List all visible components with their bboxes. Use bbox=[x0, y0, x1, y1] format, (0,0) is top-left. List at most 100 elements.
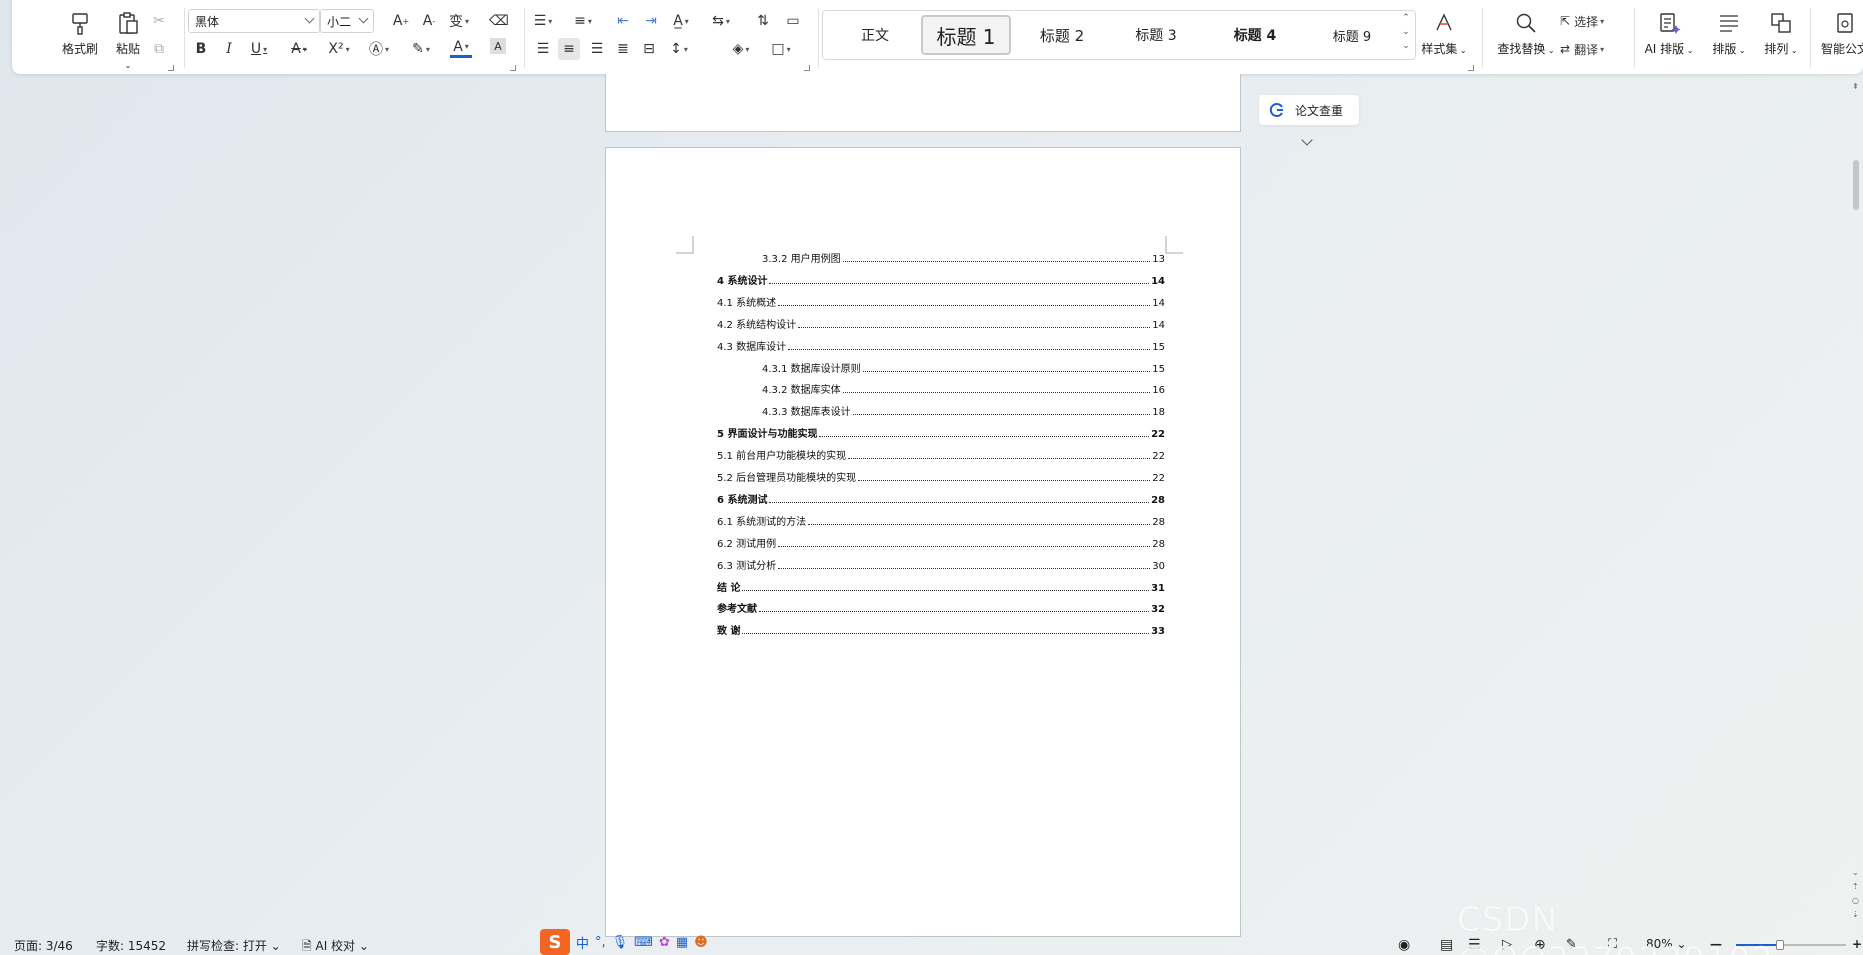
style-heading-4[interactable]: 标题 4 bbox=[1207, 15, 1303, 55]
layout-button[interactable]: 排版 ⌄ bbox=[1704, 8, 1754, 64]
skin-icon[interactable]: ✿ bbox=[659, 935, 670, 950]
font-color-icon[interactable]: A ▾ bbox=[450, 38, 472, 58]
underline-icon[interactable]: U ▾ bbox=[248, 38, 270, 60]
ai-layout-label: AI 排版 ⌄ bbox=[1644, 42, 1694, 56]
ai-layout-button[interactable]: AI 排版 ⌄ bbox=[1640, 8, 1698, 64]
styles-expand-icon[interactable]: ⌄ bbox=[1401, 41, 1411, 51]
sort-icon[interactable]: ⇅ bbox=[752, 10, 774, 32]
paragraph-dialog-launcher[interactable] bbox=[804, 65, 810, 71]
border-icon[interactable]: □ ▾ bbox=[770, 38, 792, 60]
cut-icon[interactable]: ✂ bbox=[148, 10, 170, 32]
text-effect-icon[interactable]: Ⓐ ▾ bbox=[368, 38, 390, 60]
line-spacing-icon[interactable]: ↕ ▾ bbox=[668, 38, 690, 60]
style-heading-2[interactable]: 标题 2 bbox=[1019, 15, 1105, 55]
smart-doc-button[interactable]: 智能公文 bbox=[1814, 8, 1863, 64]
toc-entry[interactable]: 4.1 系统概述 14 bbox=[717, 293, 1165, 309]
toc-entry[interactable]: 4.3.2 数据库实体 16 bbox=[717, 380, 1165, 396]
page-indicator[interactable]: 页面: 3/46 bbox=[14, 937, 73, 954]
toc-entry[interactable]: 4.3 数据库设计 15 bbox=[717, 337, 1165, 353]
sogou-logo-icon[interactable]: S bbox=[540, 929, 570, 955]
select-button[interactable]: ⇱ 选择 ▾ bbox=[1560, 10, 1630, 32]
grow-font-icon[interactable]: A + bbox=[390, 10, 412, 32]
toc-entry[interactable]: 参考文献 32 bbox=[717, 599, 1165, 615]
char-spacing-icon[interactable]: A̲ ▾ bbox=[670, 10, 692, 32]
bold-icon[interactable]: B bbox=[190, 38, 212, 60]
style-heading-9[interactable]: 标题 9 bbox=[1309, 15, 1395, 55]
styles-scroll-up-icon[interactable]: ⌃ bbox=[1401, 13, 1411, 23]
toc-entry[interactable]: 3.3.2 用户用例图 13 bbox=[717, 249, 1165, 265]
toc-entry[interactable]: 5.1 前台用户功能模块的实现 22 bbox=[717, 446, 1165, 462]
char-shading-icon[interactable]: A bbox=[490, 38, 506, 54]
copy-icon[interactable]: ⧉ bbox=[148, 38, 170, 60]
align-right-icon[interactable]: ☰ bbox=[586, 38, 608, 60]
microphone-icon[interactable]: 🎙 bbox=[612, 935, 629, 950]
styles-scroll-down-icon[interactable]: ⌄ bbox=[1401, 27, 1411, 37]
toc-entry[interactable]: 4 系统设计 14 bbox=[717, 271, 1165, 287]
toc-entry[interactable]: 6.3 测试分析 30 bbox=[717, 556, 1165, 572]
toc-entry[interactable]: 6.2 测试用例 28 bbox=[717, 534, 1165, 550]
toc-entry[interactable]: 致 谢 33 bbox=[717, 621, 1165, 637]
justify-icon[interactable]: ≣ bbox=[612, 38, 634, 60]
font-name-select[interactable]: 黑体 bbox=[188, 9, 320, 33]
toc-entry[interactable]: 4.3.1 数据库设计原则 15 bbox=[717, 359, 1165, 375]
style-normal[interactable]: 正文 bbox=[837, 15, 913, 55]
align-center-icon[interactable]: ≡ bbox=[558, 38, 580, 60]
toc-entry-title: 4 系统设计 bbox=[717, 275, 768, 287]
increase-indent-icon[interactable]: ⇥ bbox=[640, 10, 662, 32]
word-count[interactable]: 字数: 15452 bbox=[96, 937, 166, 954]
distributed-icon[interactable]: ⊟ bbox=[638, 38, 660, 60]
shrink-font-icon[interactable]: A- bbox=[418, 10, 440, 32]
toc-entry[interactable]: 结 论 31 bbox=[717, 578, 1165, 594]
style-heading-1[interactable]: 标题 1 bbox=[921, 15, 1011, 55]
arrange-button[interactable]: 排列 ⌄ bbox=[1756, 8, 1806, 64]
toc-entry[interactable]: 6 系统测试 28 bbox=[717, 490, 1165, 506]
strikethrough-icon[interactable]: A ▾ bbox=[288, 38, 310, 60]
toc-entry-title: 5.1 前台用户功能模块的实现 bbox=[717, 451, 847, 463]
scroll-top-icon[interactable]: ⇞ bbox=[1852, 82, 1859, 91]
translate-button[interactable]: ⇄ 翻译 ▾ bbox=[1560, 38, 1630, 60]
show-marks-icon[interactable]: ▭ bbox=[782, 10, 804, 32]
superscript-icon[interactable]: X² ▾ bbox=[328, 38, 350, 60]
styles-gallery: 正文 标题 1 标题 2 标题 3 标题 4 标题 9 ⌃ ⌄ ⌄ bbox=[822, 10, 1416, 60]
text-direction-icon[interactable]: ⇆ ▾ bbox=[710, 10, 732, 32]
decrease-indent-icon[interactable]: ⇤ bbox=[612, 10, 634, 32]
styles-dialog-launcher[interactable] bbox=[1468, 65, 1474, 71]
translate-label: 翻译 bbox=[1574, 42, 1599, 57]
toc-entry[interactable]: 5.2 后台管理员功能模块的实现 22 bbox=[717, 468, 1165, 484]
phonetic-guide-icon[interactable]: 变 ▾ bbox=[448, 10, 470, 32]
highlight-icon[interactable]: ✎ ▾ bbox=[410, 38, 432, 60]
style-heading-3[interactable]: 标题 3 bbox=[1113, 15, 1199, 55]
align-left-icon[interactable]: ☰ bbox=[532, 38, 554, 60]
numbered-list-icon[interactable]: ≡ ▾ bbox=[572, 10, 594, 32]
toc-entry[interactable]: 4.3.3 数据库表设计 18 bbox=[717, 402, 1165, 418]
font-size-select[interactable]: 小二 bbox=[320, 9, 374, 33]
scrollbar-thumb[interactable] bbox=[1853, 160, 1859, 210]
clear-format-icon[interactable]: ⌫ bbox=[488, 10, 510, 32]
italic-icon[interactable]: I bbox=[218, 38, 240, 60]
emoji-icon[interactable]: ☻ bbox=[694, 935, 708, 950]
style-set-button[interactable]: 样式集 ⌄ bbox=[1412, 8, 1476, 64]
scroll-down-icon[interactable]: ⌄ bbox=[1852, 868, 1859, 877]
prev-page-icon[interactable]: ⇡ bbox=[1852, 882, 1859, 891]
plagiarism-check-button[interactable]: 论文查重 bbox=[1259, 95, 1359, 125]
bullet-list-icon[interactable]: ☰ ▾ bbox=[532, 10, 554, 32]
font-dialog-launcher[interactable] bbox=[510, 65, 516, 71]
clipboard-dialog-launcher[interactable] bbox=[168, 65, 174, 71]
keyboard-icon[interactable]: ⌨ bbox=[634, 935, 653, 950]
page-view-icon[interactable]: ▤ bbox=[1440, 937, 1453, 953]
toc-entry[interactable]: 5 界面设计与功能实现 22 bbox=[717, 424, 1165, 440]
ime-language[interactable]: 中 bbox=[576, 933, 589, 952]
toc-entry[interactable]: 4.2 系统结构设计 14 bbox=[717, 315, 1165, 331]
ai-proofread-button[interactable]: 🗎 AI 校对 ⌄ bbox=[302, 937, 369, 955]
shading-icon[interactable]: ◈ ▾ bbox=[730, 38, 752, 60]
toc-leader-dots bbox=[769, 282, 1150, 284]
side-panel-expand-icon[interactable] bbox=[1301, 134, 1313, 146]
find-replace-label: 查找替换 ⌄ bbox=[1497, 42, 1555, 56]
find-replace-button[interactable]: 查找替换 ⌄ bbox=[1488, 8, 1564, 64]
spell-check-toggle[interactable]: 拼写检查: 打开 ⌄ bbox=[187, 937, 281, 954]
vertical-scrollbar[interactable]: ⇞ ⌄ ⇡ ○ ⇣ bbox=[1849, 78, 1863, 930]
toolbox-icon[interactable]: ▦ bbox=[676, 935, 688, 950]
eye-icon[interactable]: ◉ bbox=[1398, 937, 1410, 953]
ime-punctuation-icon[interactable]: °, bbox=[595, 935, 606, 950]
toc-entry[interactable]: 6.1 系统测试的方法 28 bbox=[717, 512, 1165, 528]
